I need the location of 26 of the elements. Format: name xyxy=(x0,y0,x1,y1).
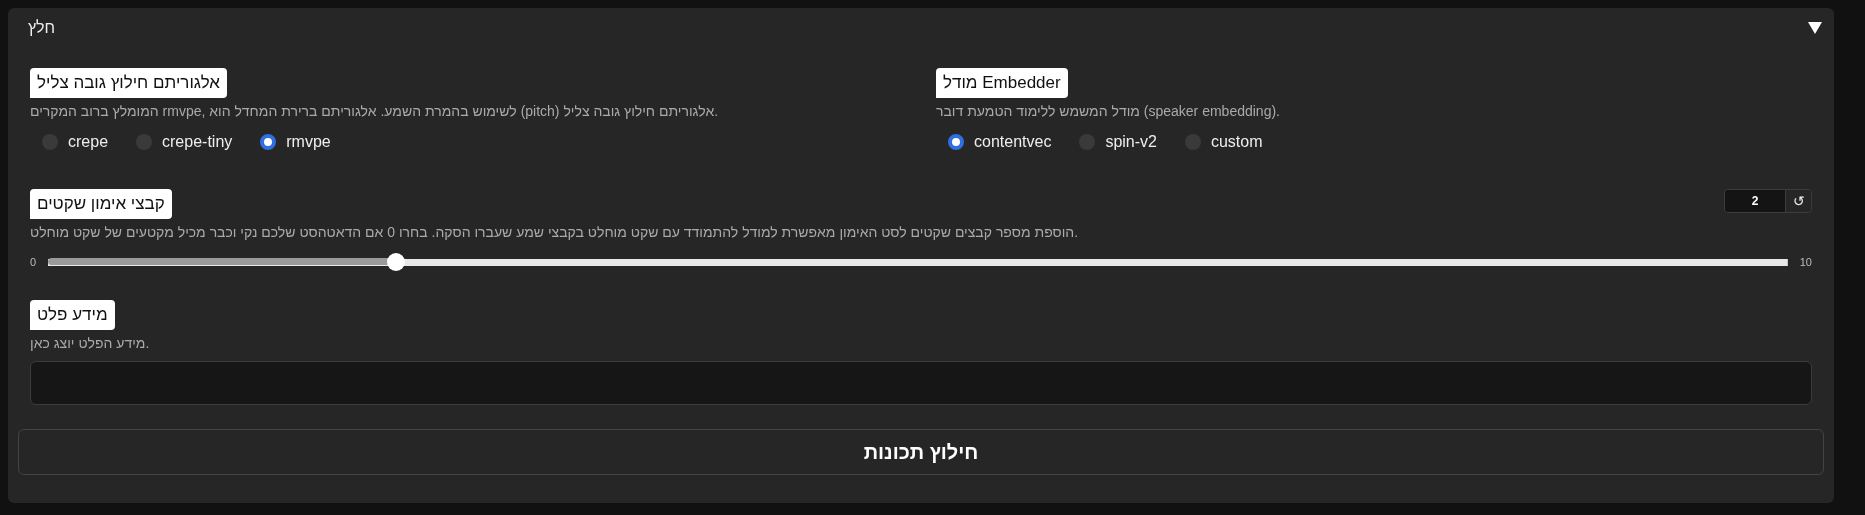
field-description: המומלץ ברוב המקרים rmvpe, לשימוש בהמרת השמע. אלגוריתם ברירת המחדל הוא (pitch) אלגוריתם חילוץ גובה צליל. xyxy=(30,103,719,119)
radio-button[interactable] xyxy=(260,134,277,150)
radio-label[interactable]: contentvec xyxy=(974,133,1052,151)
field-description: הוספת מספר קבצים שקטים לסט האימון מאפשרת למודל להתמודד עם שקט מוחלט בקבצי שמע שעברו הסקה. בחרו 0 אם הדאטהסט שלכם נקי וכבר מכיל מקטעים של שקט מוחלט. xyxy=(30,224,1079,240)
radio-label[interactable]: crepe xyxy=(68,133,109,151)
radio-label[interactable]: crepe-tiny xyxy=(162,133,233,151)
field-description: מידע הפלט יוצג כאן. xyxy=(30,335,150,351)
reset-button[interactable]: ↺ xyxy=(1785,190,1811,212)
slider-max-label: 10 xyxy=(1799,256,1812,268)
radio-label[interactable]: rmvpe xyxy=(286,133,331,151)
output-field[interactable] xyxy=(30,361,1812,405)
number-value: 2 xyxy=(1725,190,1785,212)
extract-button[interactable]: חילוץ תכונות xyxy=(18,429,1824,475)
collapse-triangle-icon[interactable] xyxy=(1808,22,1822,34)
field-description: מודל המשמש ללימוד הטמעת דובר (speaker embedding). xyxy=(936,103,1280,119)
field-label: אלגוריתם חילוץ גובה צליל xyxy=(30,68,228,98)
panel-title: חלץ xyxy=(28,19,56,37)
radio-label[interactable]: spin-v2 xyxy=(1105,133,1157,151)
number-input[interactable]: 2 ↺ xyxy=(1724,189,1812,213)
radio-button[interactable] xyxy=(948,134,964,150)
radio-label[interactable]: custom xyxy=(1210,133,1263,151)
field-label: מידע פלט xyxy=(30,300,115,330)
field-label: מודל Embedder xyxy=(936,68,1068,98)
slider-min-label: 0 xyxy=(30,256,37,268)
slider-thumb[interactable] xyxy=(387,253,406,271)
field-label: קבצי אימון שקטים xyxy=(30,189,172,219)
